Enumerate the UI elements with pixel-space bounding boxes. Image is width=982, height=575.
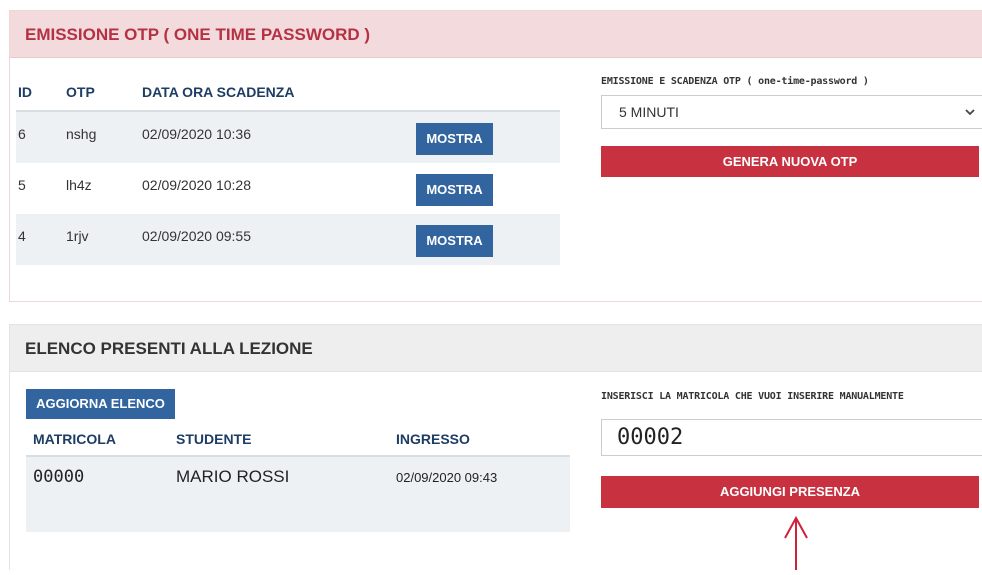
presence-table: MATRICOLA STUDENTE INGRESSO 00000 MARIO … — [26, 419, 570, 532]
otp-expiry: 02/09/2020 09:55 — [142, 228, 251, 244]
presence-table-header: MATRICOLA STUDENTE INGRESSO — [26, 419, 570, 457]
otp-code: 1rjv — [66, 228, 89, 244]
matricola-input[interactable] — [601, 419, 982, 456]
otp-id: 5 — [18, 177, 26, 193]
column-header-student: STUDENTE — [176, 431, 252, 447]
presence-panel-title: ELENCO PRESENTI ALLA LEZIONE — [10, 325, 982, 372]
generate-otp-button[interactable]: GENERA NUOVA OTP — [601, 146, 982, 177]
column-header-otp: OTP — [66, 84, 95, 100]
show-otp-button[interactable]: MOSTRA — [416, 174, 493, 206]
student-matricola: 00000 — [33, 467, 85, 487]
otp-table: ID OTP DATA ORA SCADENZA 6 nshg 02/09/20… — [16, 69, 560, 265]
show-otp-button[interactable]: MOSTRA — [416, 225, 493, 257]
otp-duration-label: EMISSIONE E SCADENZA OTP ( one-time-pass… — [601, 76, 869, 87]
table-row: 5 lh4z 02/09/2020 10:28 MOSTRA — [16, 163, 560, 214]
chevron-down-icon — [964, 97, 976, 141]
arrow-up-icon — [782, 514, 810, 575]
otp-expiry: 02/09/2020 10:36 — [142, 126, 251, 142]
otp-code: nshg — [66, 126, 97, 142]
table-row: 6 nshg 02/09/2020 10:36 MOSTRA — [16, 112, 560, 163]
column-header-matricola: MATRICOLA — [33, 431, 116, 447]
entry-time: 02/09/2020 09:43 — [396, 470, 498, 485]
otp-id: 6 — [18, 126, 26, 142]
show-otp-button[interactable]: MOSTRA — [416, 123, 493, 155]
otp-expiry: 02/09/2020 10:28 — [142, 177, 251, 193]
otp-duration-value: 5 MINUTI — [619, 104, 679, 120]
otp-code: lh4z — [66, 177, 92, 193]
column-header-entry: INGRESSO — [396, 431, 470, 447]
table-row: 00000 MARIO ROSSI 02/09/2020 09:43 — [26, 457, 570, 532]
otp-id: 4 — [18, 228, 26, 244]
add-presence-button[interactable]: AGGIUNGI PRESENZA — [601, 476, 982, 508]
otp-duration-select[interactable]: 5 MINUTI — [601, 95, 982, 129]
otp-panel-title: EMISSIONE OTP ( ONE TIME PASSWORD ) — [10, 11, 982, 58]
matricola-label: INSERISCI LA MATRICOLA CHE VUOI INSERIRE… — [601, 391, 904, 402]
column-header-id: ID — [18, 84, 32, 100]
otp-table-header: ID OTP DATA ORA SCADENZA — [16, 69, 560, 112]
table-row: 4 1rjv 02/09/2020 09:55 MOSTRA — [16, 214, 560, 265]
column-header-expiry: DATA ORA SCADENZA — [142, 84, 295, 100]
refresh-list-button[interactable]: AGGIORNA ELENCO — [26, 389, 175, 419]
student-name: MARIO ROSSI — [176, 467, 290, 486]
